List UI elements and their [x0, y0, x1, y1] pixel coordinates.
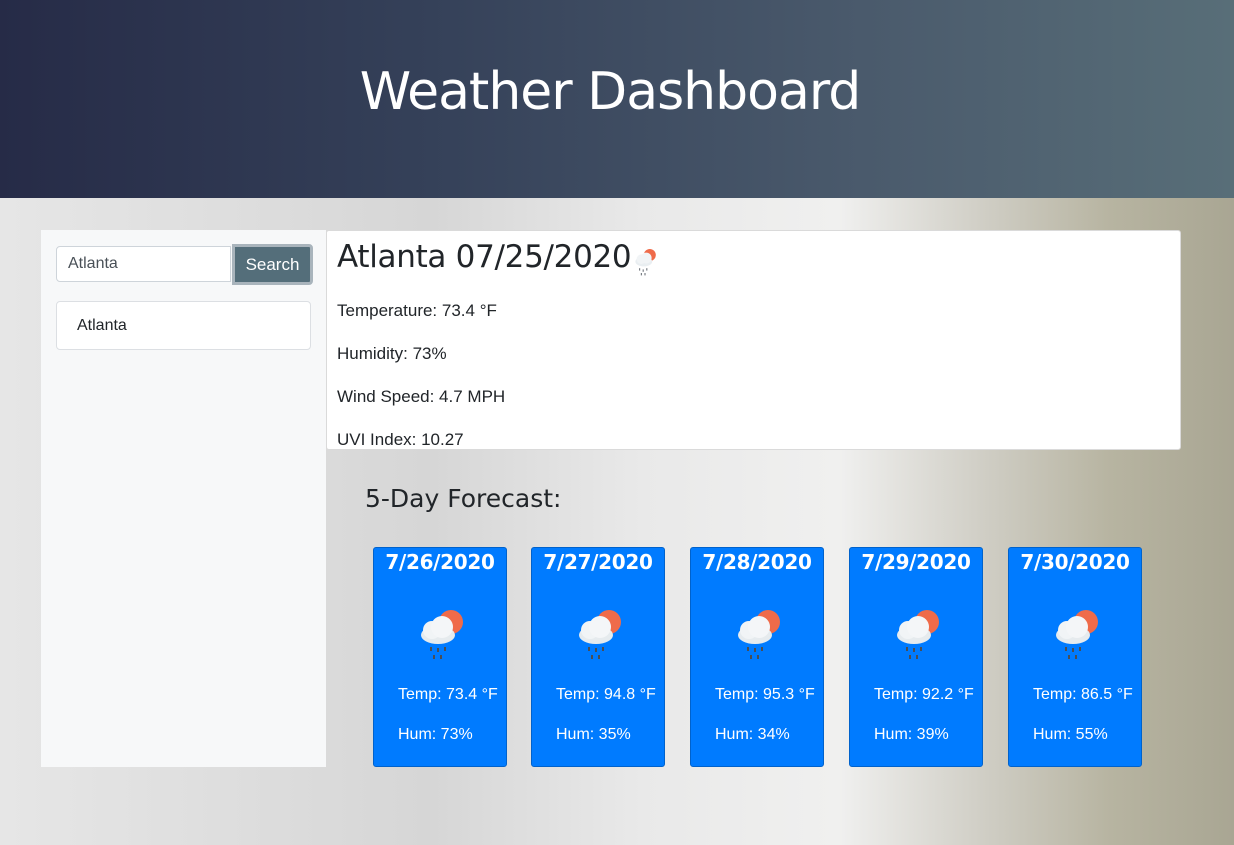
forecast-humidity: Hum: 73%: [398, 726, 473, 743]
forecast-temp: Temp: 94.8 °F: [556, 686, 656, 703]
forecast-card: 7/29/2020 Temp: 92.2 °F Hum: 39%: [849, 547, 983, 767]
forecast-date: 7/27/2020: [543, 550, 653, 574]
page-title: Weather Dashboard: [359, 62, 862, 122]
current-wind-speed: Wind Speed: 4.7 MPH: [337, 387, 506, 406]
forecast-date: 7/29/2020: [861, 550, 971, 574]
forecast-date: 7/26/2020: [385, 550, 495, 574]
forecast-humidity: Hum: 55%: [1033, 726, 1108, 743]
current-weather-panel: Atlanta 07/25/2020 Temperature: 73.4 °F …: [326, 230, 1181, 450]
history-item-atlanta[interactable]: Atlanta: [56, 301, 311, 350]
forecast-card: 7/30/2020 Temp: 86.5 °F Hum: 55%: [1008, 547, 1142, 767]
city-search-input[interactable]: [56, 246, 231, 282]
forecast-date: 7/30/2020: [1020, 550, 1130, 574]
search-sidebar: Search Atlanta: [41, 230, 326, 767]
light-rain-sun-icon: [421, 610, 463, 659]
current-uvi: UVI Index: 10.27: [337, 430, 464, 449]
forecast-humidity: Hum: 35%: [556, 726, 631, 743]
forecast-date: 7/28/2020: [702, 550, 812, 574]
light-rain-sun-icon: [579, 610, 621, 659]
light-rain-sun-icon: [635, 249, 656, 276]
current-temperature: Temperature: 73.4 °F: [337, 301, 497, 320]
forecast-temp: Temp: 86.5 °F: [1033, 686, 1133, 703]
page-header: Weather Dashboard: [0, 0, 1234, 198]
current-city-date: Atlanta 07/25/2020: [337, 239, 632, 275]
light-rain-sun-icon: [1056, 610, 1098, 659]
forecast-temp: Temp: 92.2 °F: [874, 686, 974, 703]
forecast-temp: Temp: 73.4 °F: [398, 686, 498, 703]
current-humidity: Humidity: 73%: [337, 344, 447, 363]
forecast-card: 7/26/2020 Temp: 73.4 °F Hum: 73%: [373, 547, 507, 767]
light-rain-sun-icon: [738, 610, 780, 659]
forecast-humidity: Hum: 34%: [715, 726, 790, 743]
forecast-temp: Temp: 95.3 °F: [715, 686, 815, 703]
forecast-card: 7/27/2020 Temp: 94.8 °F Hum: 35%: [531, 547, 665, 767]
forecast-heading: 5-Day Forecast:: [365, 484, 562, 513]
forecast-humidity: Hum: 39%: [874, 726, 949, 743]
search-button[interactable]: Search: [232, 244, 313, 285]
light-rain-sun-icon: [897, 610, 939, 659]
forecast-card: 7/28/2020 Temp: 95.3 °F Hum: 34%: [690, 547, 824, 767]
